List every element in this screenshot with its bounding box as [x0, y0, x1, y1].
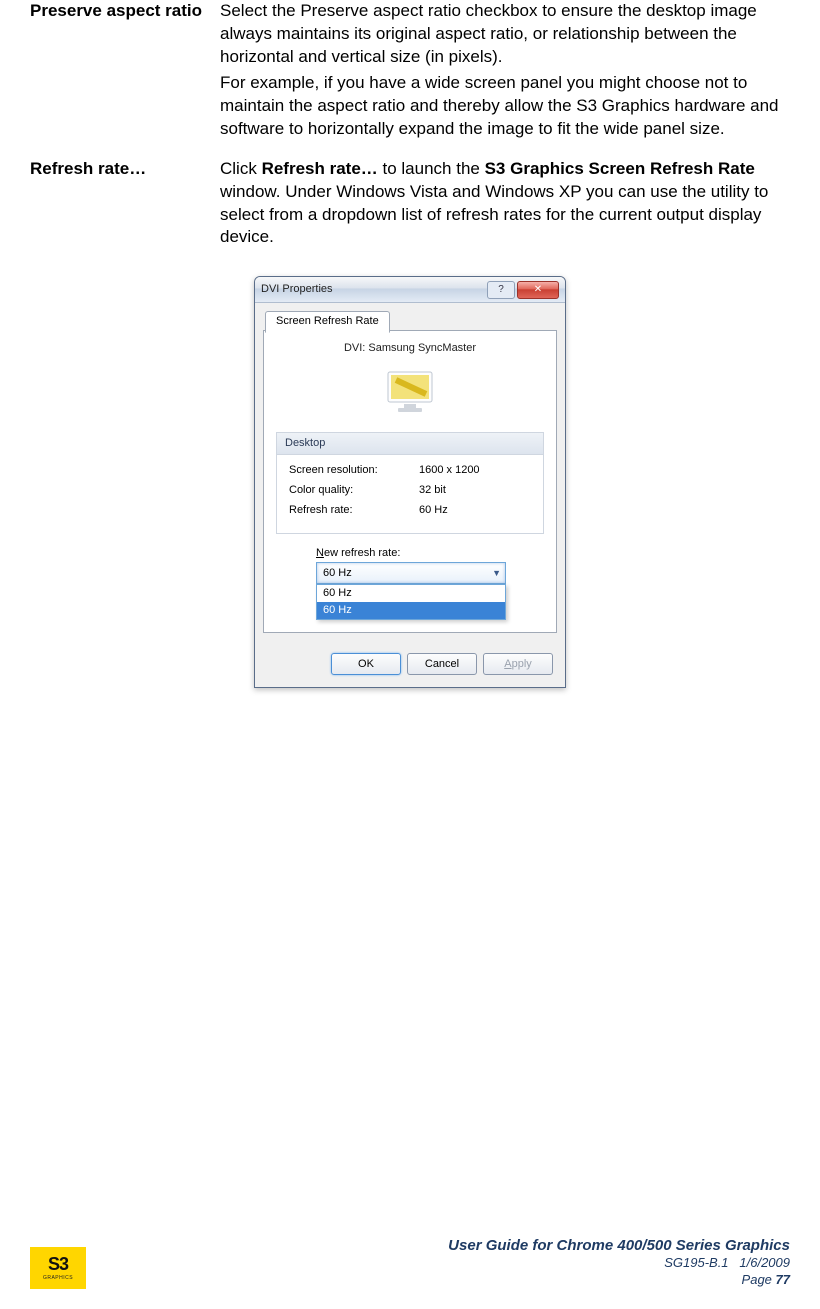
- ok-button[interactable]: OK: [331, 653, 401, 675]
- tab-strip: Screen Refresh Rate: [263, 309, 557, 331]
- kv-row: Color quality: 32 bit: [289, 483, 531, 498]
- refresh-rate-combo-area: 60 Hz ▼ 60 Hz 60 Hz: [276, 562, 506, 584]
- tab-screen-refresh-rate[interactable]: Screen Refresh Rate: [265, 311, 390, 333]
- paragraph: Select the Preserve aspect ratio checkbo…: [220, 0, 790, 69]
- definition-description: Select the Preserve aspect ratio checkbo…: [220, 0, 790, 144]
- dialog-button-bar: OK Cancel Apply: [255, 643, 565, 687]
- paragraph: Click Refresh rate… to launch the S3 Gra…: [220, 158, 790, 250]
- combo-option-selected[interactable]: 60 Hz: [317, 602, 505, 619]
- dialog-body: Screen Refresh Rate DVI: Samsung SyncMas…: [255, 303, 565, 643]
- chevron-down-icon: ▼: [492, 567, 501, 579]
- new-refresh-rate-label: New refresh rate:: [316, 546, 400, 561]
- footer-title: User Guide for Chrome 400/500 Series Gra…: [448, 1236, 790, 1256]
- dialog-titlebar: DVI Properties ? ✕: [255, 277, 565, 303]
- page-footer: S3 GRAPHICS User Guide for Chrome 400/50…: [0, 1236, 820, 1289]
- footer-docinfo: SG195-B.1 1/6/2009: [448, 1255, 790, 1272]
- monitor-icon: [276, 368, 544, 418]
- group-header: Desktop: [277, 433, 543, 455]
- dialog-screenshot: DVI Properties ? ✕ Screen Refresh Rate D…: [30, 276, 790, 688]
- definition-term-refresh-rate: Refresh rate…: [30, 158, 220, 253]
- kv-row: Screen resolution: 1600 x 1200: [289, 463, 531, 478]
- new-refresh-rate-label-row: New refresh rate:: [276, 546, 544, 561]
- refresh-rate-dropdown-list: 60 Hz 60 Hz: [316, 584, 506, 620]
- close-button[interactable]: ✕: [517, 281, 559, 299]
- definition-description: Click Refresh rate… to launch the S3 Gra…: [220, 158, 790, 253]
- kv-value: 60 Hz: [419, 503, 448, 518]
- refresh-rate-select[interactable]: 60 Hz ▼: [316, 562, 506, 584]
- definition-row: Refresh rate… Click Refresh rate… to lau…: [30, 158, 790, 253]
- footer-page: Page 77: [448, 1272, 790, 1289]
- monitor-name-label: DVI: Samsung SyncMaster: [276, 341, 544, 356]
- tab-panel: DVI: Samsung SyncMaster Desktop: [263, 330, 557, 633]
- window-controls: ? ✕: [487, 281, 559, 299]
- dialog-title: DVI Properties: [261, 282, 333, 297]
- footer-text-block: User Guide for Chrome 400/500 Series Gra…: [448, 1236, 790, 1289]
- cancel-button[interactable]: Cancel: [407, 653, 477, 675]
- desktop-group: Desktop Screen resolution: 1600 x 1200 C…: [276, 432, 544, 533]
- logo-text: S3: [48, 1255, 68, 1273]
- definition-row: Preserve aspect ratio Select the Preserv…: [30, 0, 790, 144]
- kv-key: Color quality:: [289, 483, 419, 498]
- s3-graphics-logo: S3 GRAPHICS: [30, 1247, 86, 1289]
- dvi-properties-dialog: DVI Properties ? ✕ Screen Refresh Rate D…: [254, 276, 566, 688]
- kv-key: Refresh rate:: [289, 503, 419, 518]
- apply-button[interactable]: Apply: [483, 653, 553, 675]
- combo-selected-value: 60 Hz: [323, 566, 352, 581]
- help-button[interactable]: ?: [487, 281, 515, 299]
- kv-value: 1600 x 1200: [419, 463, 480, 478]
- logo-subtext: GRAPHICS: [43, 1275, 73, 1282]
- kv-value: 32 bit: [419, 483, 446, 498]
- paragraph: For example, if you have a wide screen p…: [220, 72, 790, 141]
- combo-option[interactable]: 60 Hz: [317, 585, 505, 602]
- kv-row: Refresh rate: 60 Hz: [289, 503, 531, 518]
- kv-key: Screen resolution:: [289, 463, 419, 478]
- definition-term-preserve-aspect: Preserve aspect ratio: [30, 0, 220, 144]
